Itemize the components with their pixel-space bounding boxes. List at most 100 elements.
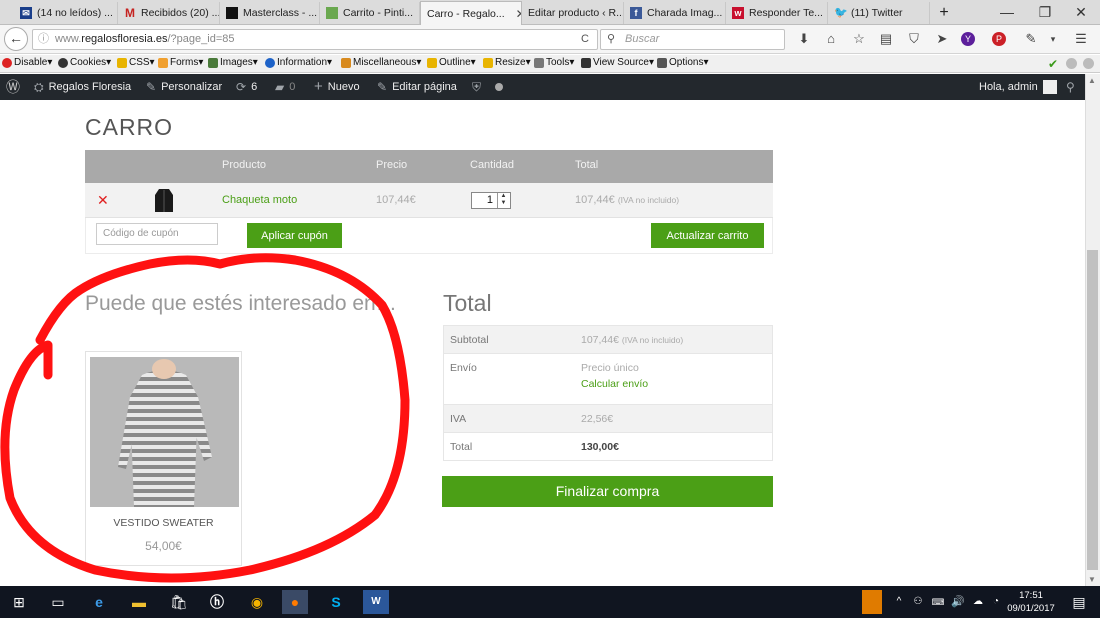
tab-gmail[interactable]: M Recibidos (20) ...	[118, 2, 220, 24]
pinterest-icon[interactable]: P	[992, 32, 1006, 46]
reload-icon[interactable]: C	[581, 30, 589, 49]
firefox-icon[interactable]: ●	[282, 590, 308, 614]
tab-mail[interactable]: ✉ (14 no leídos) ...	[14, 2, 118, 24]
file-explorer-icon[interactable]: ▬	[126, 590, 152, 614]
url-prefix: www.	[55, 33, 82, 45]
tab-label: Carro - Regalo...	[427, 7, 505, 20]
devtool-view-source[interactable]: View Source▾	[581, 57, 654, 68]
checkout-button[interactable]: Finalizar compra	[442, 476, 773, 507]
resize-icon	[483, 57, 493, 68]
calculate-shipping-link[interactable]: Calcular envío	[581, 378, 648, 390]
search-input[interactable]: ⚲ Buscar	[600, 29, 785, 50]
word-icon[interactable]: W	[363, 590, 389, 614]
back-button[interactable]: ←	[4, 27, 28, 51]
customize-label: Personalizar	[161, 81, 223, 93]
product-link[interactable]: Chaqueta moto	[222, 194, 297, 206]
search-icon: ⚲	[607, 33, 616, 45]
devtool-label: Miscellaneous▾	[353, 57, 422, 68]
devtool-disable[interactable]: Disable▾	[2, 57, 52, 68]
wordpress-logo-button[interactable]: Ⓦ	[6, 74, 20, 100]
page-title: CARRO	[85, 114, 174, 140]
overflow-chevron-icon[interactable]: ▾	[1044, 30, 1062, 48]
scroll-up-icon[interactable]: ▲	[1088, 76, 1096, 85]
devtool-cookies[interactable]: Cookies▾	[58, 57, 111, 68]
notification-app-icon[interactable]	[862, 590, 882, 614]
site-name-link[interactable]: ⛭ Regalos Floresia	[34, 74, 131, 100]
info-icon: ⓘ	[38, 33, 49, 45]
devtool-information[interactable]: Information▾	[265, 57, 332, 68]
tab-responder[interactable]: w Responder Te...	[726, 2, 828, 24]
tab-editar-producto[interactable]: Editar producto ‹ R...	[522, 2, 624, 24]
remove-item-icon[interactable]: ✕	[97, 192, 109, 209]
menu-icon[interactable]: ☰	[1072, 30, 1090, 48]
new-tab-button[interactable]: +	[930, 2, 958, 24]
store-icon[interactable]: 🛍	[166, 590, 192, 614]
tab-carro-active[interactable]: Carro - Regalo... ✕	[420, 1, 522, 25]
devtool-images[interactable]: Images▾	[208, 57, 258, 68]
order-total-row: Total 130,00€	[444, 433, 772, 460]
account-menu[interactable]: Hola, admin	[979, 74, 1057, 100]
subtotal-value: 107,44€ (IVA no incluido)	[581, 334, 683, 346]
clock-date: 09/01/2017	[1007, 603, 1055, 614]
shield-icon: ⛨	[472, 80, 482, 94]
close-window-button[interactable]: ✕	[1062, 0, 1100, 25]
chrome-icon[interactable]: ◉	[244, 590, 270, 614]
pintiland-icon	[326, 7, 338, 19]
tax-value: 22,56€	[581, 413, 614, 425]
download-icon[interactable]: ⬇	[795, 30, 813, 48]
quantity-stepper[interactable]: ▲ ▼	[497, 193, 509, 208]
url-bar[interactable]: ⓘ www.regalosfloresia.es/?page_id=85 C	[32, 29, 598, 50]
forms-icon	[158, 57, 168, 68]
plus-icon: +	[314, 78, 323, 95]
action-center-icon[interactable]: ▤	[1066, 590, 1092, 614]
home-icon[interactable]: ⌂	[822, 30, 840, 48]
clock[interactable]: 17:51 09/01/2017	[1003, 589, 1059, 615]
tab-masterclass[interactable]: Masterclass - ...	[220, 2, 320, 24]
minimize-button[interactable]: —	[988, 0, 1026, 25]
subtotal-label: Subtotal	[450, 334, 489, 346]
subtotal-amount: 107,44€	[581, 334, 619, 346]
updates-link[interactable]: ⟳ 6	[236, 74, 257, 100]
web-developer-toolbar: Disable▾ Cookies▾ CSS▾ Forms▾ Images▾ In…	[0, 55, 1100, 73]
pocket-icon[interactable]: ⛉	[905, 30, 923, 48]
devtool-miscellaneous[interactable]: Miscellaneous▾	[341, 57, 421, 68]
facebook-icon: f	[630, 7, 642, 19]
view-source-icon	[581, 57, 591, 68]
devtool-label: Options▾	[669, 57, 709, 68]
devtool-resize[interactable]: Resize▾	[483, 57, 531, 68]
update-cart-button[interactable]: Actualizar carrito	[651, 223, 764, 248]
devtool-label: Cookies▾	[70, 57, 112, 68]
reading-list-icon[interactable]: ▤	[877, 30, 895, 48]
send-icon[interactable]: ➤	[933, 30, 951, 48]
yahoo-icon[interactable]: Y	[961, 32, 975, 46]
hp-icon[interactable]: ⓗ	[204, 590, 230, 614]
windows-start-icon[interactable]: ⊞	[6, 590, 32, 614]
scrollbar-thumb[interactable]	[1087, 250, 1098, 570]
coupon-code-input[interactable]: Código de cupón	[96, 223, 218, 245]
skype-icon[interactable]: S	[323, 590, 349, 614]
task-view-icon[interactable]: ▭	[45, 590, 71, 614]
apply-coupon-button[interactable]: Aplicar cupón	[247, 223, 342, 248]
new-content-link[interactable]: + Nuevo	[314, 74, 360, 100]
edit-page-link[interactable]: ✎ Editar página	[377, 74, 457, 100]
product-thumbnail[interactable]	[153, 187, 175, 213]
tab-twitter[interactable]: 🐦 (11) Twitter	[828, 2, 930, 24]
woo-icon[interactable]: ⛨	[472, 74, 481, 100]
devtool-outline[interactable]: Outline▾	[427, 57, 476, 68]
comments-link[interactable]: ▰ 0	[275, 74, 295, 100]
edge-icon[interactable]: e	[86, 590, 112, 614]
devtool-options[interactable]: Options▾	[657, 57, 708, 68]
devtool-tools[interactable]: Tools▾	[534, 57, 574, 68]
extension-icon[interactable]: ✎	[1022, 30, 1040, 48]
scroll-down-icon[interactable]: ▼	[1088, 575, 1096, 584]
customize-link[interactable]: ✎ Personalizar	[146, 74, 222, 100]
bookmark-star-icon[interactable]: ☆	[850, 30, 868, 48]
devtool-css[interactable]: CSS▾	[117, 57, 155, 68]
images-icon	[208, 57, 218, 68]
validation-check-icon: ✔	[1048, 57, 1059, 71]
restore-button[interactable]: ❐	[1026, 0, 1064, 25]
tab-pintiland[interactable]: Carrito - Pinti...	[320, 2, 420, 24]
admin-search-icon[interactable]: ⚲	[1066, 74, 1075, 100]
tab-charada[interactable]: f Charada Imag...	[624, 2, 726, 24]
devtool-forms[interactable]: Forms▾	[158, 57, 203, 68]
